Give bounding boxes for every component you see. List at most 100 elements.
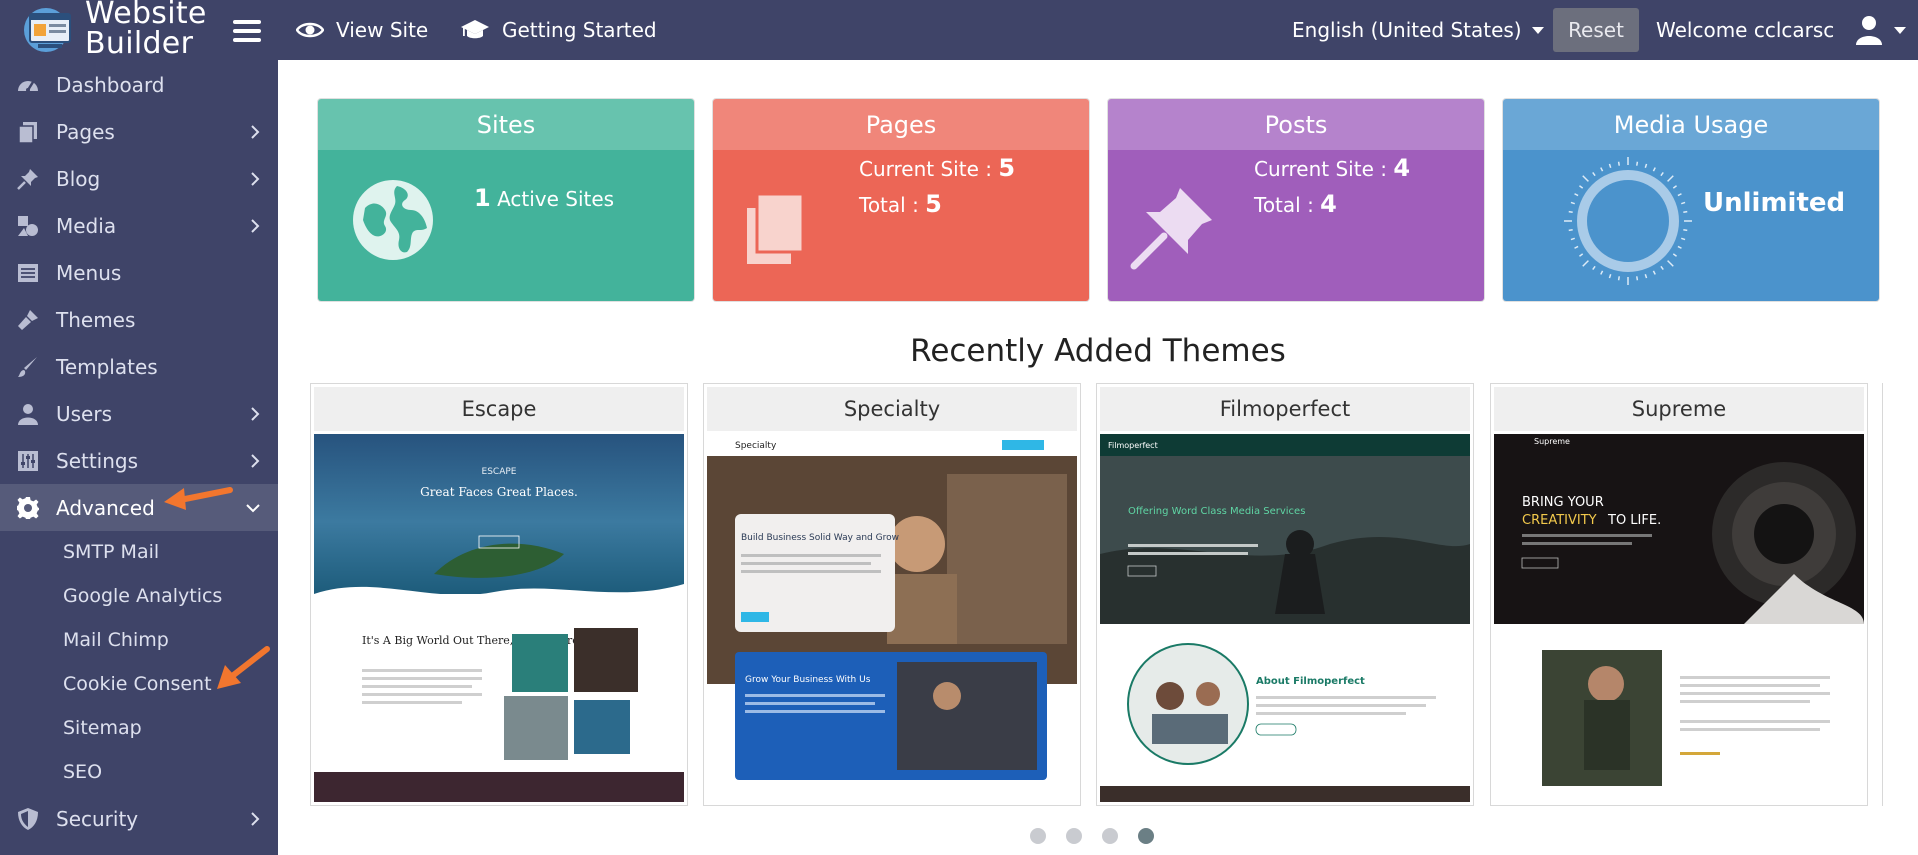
specialty-nav-title: Specialty <box>735 441 777 451</box>
submenu-seo[interactable]: SEO <box>63 761 102 783</box>
carousel-dot[interactable] <box>1030 828 1046 844</box>
sidebar-item-label: Templates <box>56 354 158 379</box>
media-usage-card[interactable]: Media Usage Unlimited <box>1502 98 1880 302</box>
gauge-tick <box>1683 229 1688 232</box>
sites-count-label: Active Sites <box>497 187 615 211</box>
language-select[interactable]: English (United States) <box>1292 0 1544 60</box>
menu-toggle-button[interactable] <box>233 20 261 42</box>
gauge-tick <box>1568 210 1573 213</box>
supreme-hero-heading-1: BRING YOUR <box>1522 495 1604 510</box>
sidebar-item-security[interactable]: Security <box>0 795 278 842</box>
supreme-hero-heading-2: CREATIVITY <box>1522 513 1597 528</box>
sidebar-item-label: Users <box>56 401 113 426</box>
submenu-cookie-consent[interactable]: Cookie Consent <box>63 673 212 695</box>
app-title[interactable]: Website Builder <box>85 0 207 60</box>
chevron-down-icon <box>1894 26 1906 34</box>
getting-started-label: Getting Started <box>502 18 657 42</box>
chevron-right-icon <box>251 454 260 468</box>
gauge-tick <box>1600 270 1604 275</box>
gauge-tick <box>1582 260 1589 267</box>
top-bar: Website Builder View Site Getting Starte… <box>0 0 1918 60</box>
gauge-tick <box>1672 253 1677 257</box>
sidebar-item-label: Dashboard <box>56 72 165 97</box>
theme-name: Escape <box>314 387 684 431</box>
sidebar-item-dashboard[interactable]: Dashboard <box>0 61 278 108</box>
chevron-right-icon <box>251 219 260 233</box>
posts-current-label: Current Site : <box>1254 157 1394 181</box>
gauge-tick <box>1592 265 1596 270</box>
view-site-link[interactable]: View Site <box>296 0 428 60</box>
sidebar-item-label: Advanced <box>56 495 155 520</box>
specialty-preview-image: Specialty Build Business Solid Way and G… <box>707 434 1077 780</box>
sidebar-item-templates[interactable]: Templates <box>0 343 278 390</box>
submenu-sitemap[interactable]: Sitemap <box>63 717 142 739</box>
reset-button[interactable]: Reset <box>1553 8 1639 52</box>
gauge-tick <box>1667 260 1674 267</box>
welcome-text: Welcome cclcarsc <box>1656 18 1835 42</box>
app-title-line2: Builder <box>85 26 194 61</box>
carousel-pagination <box>1030 828 1174 844</box>
theme-preview-filmoperfect[interactable]: Filmoperfect Offering Word Class Media S… <box>1100 434 1470 802</box>
user-menu[interactable] <box>1856 14 1906 46</box>
sidebar-item-label: Security <box>56 806 139 831</box>
annotation-arrow-icon <box>164 487 233 510</box>
gauge-tick <box>1681 237 1686 241</box>
submenu-mail-chimp[interactable]: Mail Chimp <box>63 629 169 651</box>
sidebar-item-settings[interactable]: Settings <box>0 437 278 484</box>
next-theme-card-edge[interactable] <box>1882 383 1892 806</box>
sites-card[interactable]: Sites 1 Active Sites <box>317 98 695 302</box>
theme-preview-escape[interactable]: ESCAPE Great Faces Great Places. It's A … <box>314 434 684 802</box>
posts-card[interactable]: Posts Current Site : 4 Total : 4 <box>1107 98 1485 302</box>
user-avatar-icon <box>1856 16 1882 45</box>
sidebar-item-label: Menus <box>56 260 122 285</box>
posts-card-title: Posts <box>1108 99 1484 150</box>
theme-preview-supreme[interactable]: Supreme BRING YOUR CREATIVITY TO LIFE. <box>1494 434 1864 802</box>
theme-preview-specialty[interactable]: Specialty Build Business Solid Way and G… <box>707 434 1077 802</box>
submenu-google-analytics[interactable]: Google Analytics <box>63 585 222 607</box>
sidebar-item-users[interactable]: Users <box>0 390 278 437</box>
gauge-tick <box>1574 245 1579 249</box>
gauge-tick <box>1677 193 1682 197</box>
gauge-tick <box>1568 229 1573 232</box>
sidebar-item-themes[interactable]: Themes <box>0 296 278 343</box>
theme-card-specialty[interactable]: Specialty Specialty Build Business Solid… <box>703 383 1081 806</box>
sidebar-item-blog[interactable]: Blog <box>0 155 278 202</box>
carousel-dot[interactable] <box>1066 828 1082 844</box>
sidebar-item-menus[interactable]: Menus <box>0 249 278 296</box>
gauge-tick <box>1579 185 1584 189</box>
sidebar: Dashboard Pages Blog Media Menus Themes … <box>0 60 278 855</box>
eye-icon <box>296 22 324 38</box>
gauge-tick <box>1683 210 1688 213</box>
pages-current-label: Current Site : <box>859 157 999 181</box>
filmoperfect-preview-image: Filmoperfect Offering Word Class Media S… <box>1100 434 1470 802</box>
theme-card-supreme[interactable]: Supreme Supreme BRING YOUR CREATIVITY TO… <box>1490 383 1868 806</box>
escape-hero-tagline: Great Faces Great Places. <box>420 485 578 499</box>
carousel-dot[interactable] <box>1138 828 1154 844</box>
carousel-dot[interactable] <box>1102 828 1118 844</box>
theme-card-filmoperfect[interactable]: Filmoperfect Filmoperfect Offering Word … <box>1096 383 1474 806</box>
sidebar-item-media[interactable]: Media <box>0 202 278 249</box>
theme-name: Specialty <box>707 387 1077 431</box>
sidebar-item-pages[interactable]: Pages <box>0 108 278 155</box>
website-builder-logo[interactable] <box>24 4 76 54</box>
pages-card[interactable]: Pages Current Site : 5 Total : 5 <box>712 98 1090 302</box>
getting-started-link[interactable]: Getting Started <box>460 0 657 60</box>
gauge-tick <box>1660 265 1664 270</box>
posts-current-site: Current Site : 4 <box>1254 154 1410 182</box>
theme-card-escape[interactable]: Escape ESCAPE Great Faces Great Places. … <box>310 383 688 806</box>
submenu-smtp-mail[interactable]: SMTP Mail <box>63 541 159 563</box>
copy-pages-icon <box>747 192 805 264</box>
chevron-down-icon <box>246 504 260 513</box>
gauge-tick <box>1681 201 1686 205</box>
chevron-down-icon <box>1531 26 1544 34</box>
hamburger-bar <box>233 20 261 24</box>
shield-icon <box>18 808 38 830</box>
specialty-about-heading: Grow Your Business With Us <box>745 675 871 685</box>
pin-icon <box>17 169 38 190</box>
filmoperfect-about-heading: About Filmoperfect <box>1256 676 1365 687</box>
sites-count-value: 1 <box>474 184 491 212</box>
escape-hero-heading: ESCAPE <box>482 467 517 477</box>
pages-icon <box>18 122 37 144</box>
specialty-hero-heading: Build Business Solid Way and Grow <box>741 533 899 543</box>
sidebar-item-advanced[interactable]: Advanced <box>0 484 278 531</box>
